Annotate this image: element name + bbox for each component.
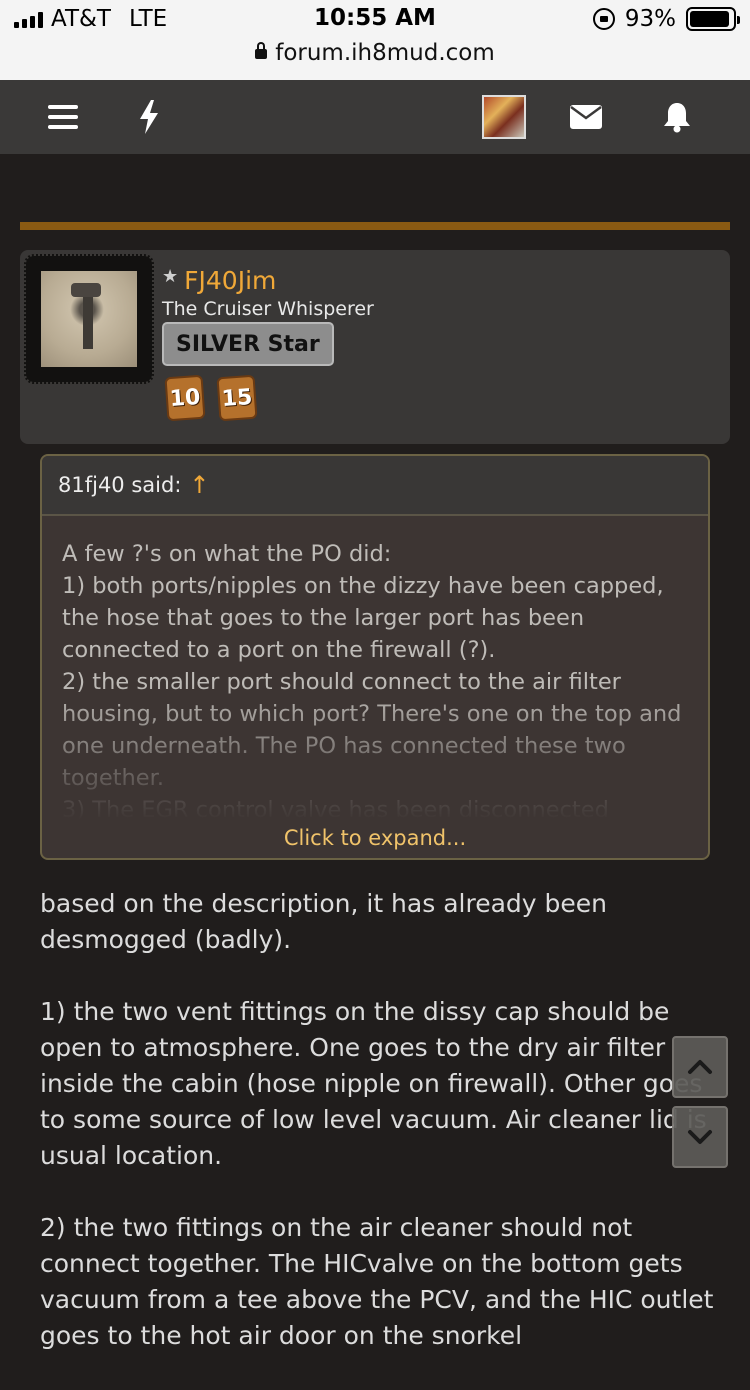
- url-text: forum.ih8mud.com: [275, 40, 495, 66]
- quote-header: 81fj40 said: ↑: [42, 456, 708, 516]
- chevron-up-icon: [688, 1060, 712, 1074]
- scroll-down-button[interactable]: [672, 1106, 728, 1168]
- expand-quote-link[interactable]: Click to expand...: [42, 818, 708, 858]
- battery-fill: [690, 11, 730, 27]
- address-bar[interactable]: forum.ih8mud.com: [0, 40, 750, 66]
- user-badge: SILVER Star: [162, 322, 334, 366]
- user-avatar-image: [41, 271, 137, 367]
- battery-percent: 93%: [624, 6, 676, 32]
- padlock-icon: [255, 42, 268, 59]
- quote-block: 81fj40 said: ↑ A few ?'s on what the PO …: [40, 454, 710, 860]
- forum-navbar: [0, 80, 750, 154]
- user-title: The Cruiser Whisperer: [162, 298, 374, 320]
- post-paragraph: based on the description, it has already…: [40, 889, 607, 954]
- post-divider: [20, 222, 730, 230]
- user-avatar[interactable]: [482, 80, 526, 154]
- orientation-lock-icon: [592, 8, 615, 30]
- user-card: ★ FJ40Jim The Cruiser Whisperer SILVER S…: [20, 250, 730, 444]
- status-bar: AT&T LTE 10:55 AM 93% forum.ih8mud.com: [0, 0, 750, 80]
- mail-icon[interactable]: [568, 80, 604, 154]
- quote-author: 81fj40 said:: [58, 473, 182, 497]
- battery-icon: [686, 7, 740, 31]
- bolt-icon[interactable]: [136, 80, 162, 154]
- jump-to-quote-icon[interactable]: ↑: [189, 471, 209, 499]
- scroll-up-button[interactable]: [672, 1036, 728, 1098]
- username-text: FJ40Jim: [184, 266, 277, 295]
- menu-icon[interactable]: [46, 80, 80, 154]
- post-paragraph: 1) the two vent fittings on the dissy ca…: [40, 997, 707, 1170]
- status-right: 93%: [592, 6, 740, 32]
- star-icon: ★: [162, 266, 179, 287]
- trophy-list: 10 15: [164, 374, 258, 422]
- quote-body: A few ?'s on what the PO did: 1) both po…: [42, 516, 708, 820]
- avatar-thumbnail: [482, 95, 526, 139]
- chevron-down-icon: [688, 1130, 712, 1144]
- quote-text: A few ?'s on what the PO did: 1) both po…: [62, 541, 682, 820]
- trophy-badge[interactable]: 10: [164, 374, 206, 422]
- trophy-badge[interactable]: 15: [216, 374, 258, 422]
- post-body: based on the description, it has already…: [40, 886, 720, 1390]
- post-paragraph: 2) the two fittings on the air cleaner s…: [40, 1213, 714, 1350]
- user-avatar-frame[interactable]: [24, 254, 154, 384]
- username[interactable]: ★ FJ40Jim: [162, 266, 276, 295]
- bell-icon[interactable]: [660, 80, 694, 154]
